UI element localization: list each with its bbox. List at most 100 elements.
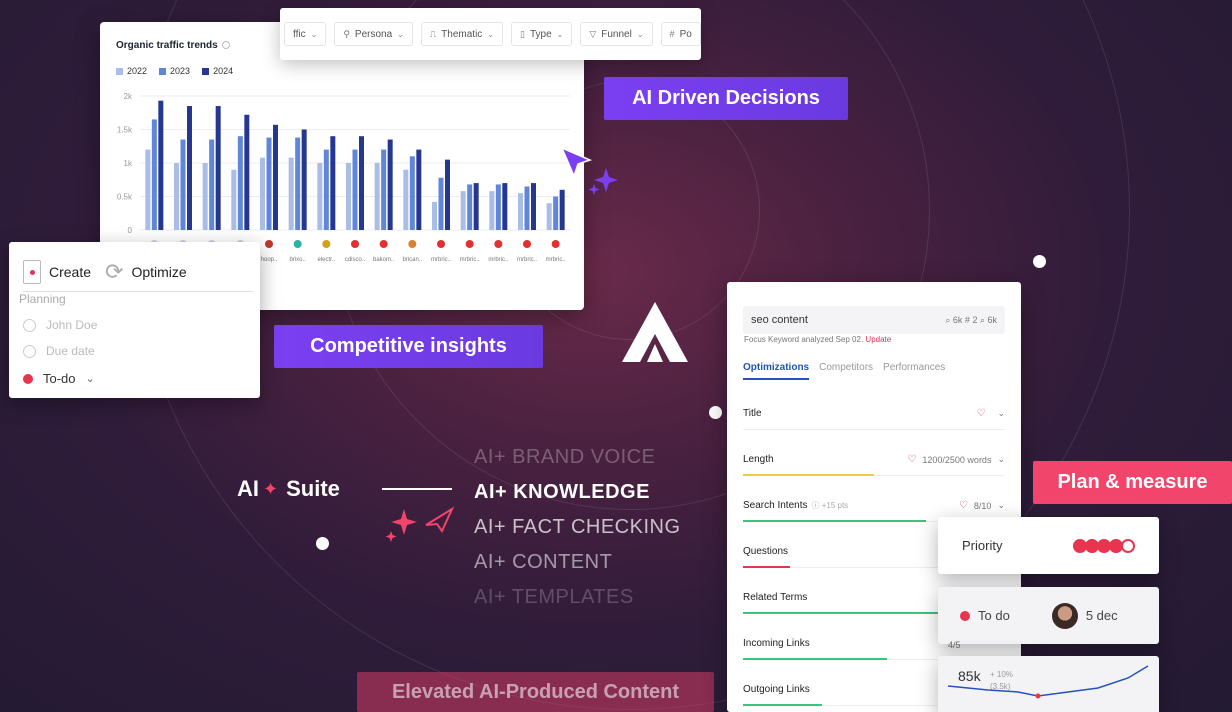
- bar-2023: [553, 196, 559, 230]
- tab-optimize[interactable]: ⟳ Optimize: [105, 259, 187, 285]
- filter-position[interactable]: # Po: [660, 22, 701, 46]
- bar-2022: [432, 201, 437, 230]
- y-tick-label: 1.5k: [117, 126, 133, 135]
- criteria-score: ♡ ⌄: [976, 408, 1005, 419]
- priority-dot[interactable]: [1121, 538, 1135, 553]
- bar-2022: [231, 169, 237, 230]
- priority-rating[interactable]: [1073, 538, 1135, 553]
- bar-2022: [174, 163, 179, 230]
- trophy-icon: ♡: [907, 454, 917, 465]
- keyword-note: Focus Keyword analyzed Sep 02. Update: [744, 335, 892, 344]
- status-dropdown[interactable]: To-do ⌄: [23, 371, 95, 386]
- bar-2022: [460, 191, 466, 230]
- person-icon: ⚲: [343, 28, 350, 39]
- plan-tabs: Create ⟳ Optimize: [23, 252, 253, 292]
- seo-criteria-row[interactable]: Title ♡ ⌄: [743, 400, 1005, 430]
- todo-card: To do 5 dec: [938, 587, 1159, 644]
- avatar[interactable]: [1051, 602, 1078, 629]
- seo-optimization-panel: seo content ⌕ 6k # 2 ⌕ 6k Focus Keyword a…: [727, 282, 1021, 712]
- bar-2024: [531, 183, 536, 230]
- criteria-progress-bar: [743, 566, 791, 568]
- bar-2023: [180, 139, 186, 230]
- assignee-field[interactable]: John Doe: [23, 318, 97, 332]
- y-tick-label: 2k: [124, 92, 133, 101]
- bar-2024: [330, 136, 336, 230]
- tab-optimizations[interactable]: Optimizations: [743, 362, 810, 380]
- x-tick-label: cdisco..: [345, 257, 366, 263]
- site-favicon-icon: [293, 240, 302, 248]
- suite-item-templates[interactable]: AI+ TEMPLATES: [474, 585, 681, 620]
- filter-thematic[interactable]: ⎍ Thematic ⌄: [420, 22, 503, 46]
- suite-item-content[interactable]: AI+ CONTENT: [474, 550, 681, 585]
- criteria-label: Incoming Links: [743, 638, 810, 649]
- bar-2022: [518, 193, 523, 230]
- tab-performances[interactable]: Performances: [883, 362, 945, 380]
- keyword-stats: ⌕ 6k # 2 ⌕ 6k: [945, 314, 997, 325]
- keyword-input[interactable]: seo content ⌕ 6k # 2 ⌕ 6k: [743, 306, 1005, 334]
- bar-2024: [359, 136, 364, 230]
- priority-label: Priority: [962, 538, 1003, 553]
- suite-item-knowledge[interactable]: AI+ KNOWLEDGE: [474, 480, 681, 515]
- trophy-icon: ♡: [976, 408, 986, 419]
- filter-funnel[interactable]: ▽ Funnel ⌄: [580, 22, 653, 46]
- brand-logo-icon: [622, 302, 688, 362]
- todo-date[interactable]: 5 dec: [1086, 608, 1118, 623]
- update-link[interactable]: Update: [865, 335, 891, 344]
- legend-item[interactable]: 2023: [159, 66, 190, 76]
- bg-dot: [316, 537, 329, 550]
- todo-status[interactable]: To do: [978, 608, 1010, 623]
- bar-2023: [266, 137, 272, 230]
- criteria-points: ⓘ +15 pts: [811, 501, 849, 510]
- ai-driven-decisions-tag: AI Driven Decisions: [604, 77, 848, 120]
- tab-create[interactable]: Create: [23, 259, 91, 284]
- info-icon[interactable]: [221, 41, 230, 49]
- y-tick-label: 1k: [124, 159, 133, 168]
- funnel-icon: ▽: [589, 28, 597, 39]
- bar-2022: [260, 157, 265, 230]
- criteria-score: ♡ 1200/2500 words ⌄: [907, 454, 1005, 465]
- filter-persona[interactable]: ⚲ Persona ⌄: [334, 22, 413, 46]
- bar-2024: [301, 129, 307, 230]
- criteria-score: ♡ 8/10 ⌄: [958, 500, 1005, 511]
- bar-2023: [381, 149, 387, 230]
- bar-2024: [387, 139, 393, 230]
- bar-2023: [209, 139, 215, 230]
- doc-icon: ▯: [520, 28, 525, 39]
- seo-criteria-row[interactable]: Length ♡ 1200/2500 words ⌄: [743, 446, 1005, 476]
- filter-traffic[interactable]: ffic ⌄: [284, 22, 327, 46]
- bar-2023: [438, 177, 444, 230]
- suite-item-brand-voice[interactable]: AI+ BRAND VOICE: [474, 445, 681, 480]
- ai-suite-list: AI+ BRAND VOICE AI+ KNOWLEDGE AI+ FACT C…: [474, 445, 681, 620]
- y-tick-label: 0: [128, 226, 133, 235]
- bar-2022: [403, 169, 409, 230]
- suite-item-fact-checking[interactable]: AI+ FACT CHECKING: [474, 515, 681, 550]
- bar-2024: [416, 149, 422, 230]
- seo-tabs: Optimizations Competitors Performances: [743, 362, 945, 380]
- filter-type[interactable]: ▯ Type ⌄: [511, 22, 573, 46]
- due-date-field[interactable]: Due date: [23, 344, 95, 358]
- legend-item[interactable]: 2024: [202, 66, 233, 76]
- site-favicon-icon: [322, 240, 331, 248]
- trend-point: [1035, 693, 1041, 699]
- chevron-down-icon: ⌄: [636, 29, 644, 39]
- tab-competitors[interactable]: Competitors: [819, 362, 873, 380]
- bar-2024: [215, 106, 221, 230]
- elevated-content-tag: Elevated AI-Produced Content: [357, 672, 714, 712]
- trophy-icon: ♡: [958, 500, 968, 511]
- site-favicon-icon: [379, 240, 388, 248]
- y-tick-label: 0.5k: [117, 193, 133, 202]
- criteria-label: Title: [743, 408, 762, 419]
- x-tick-label: brixo..: [289, 257, 306, 263]
- cursor-icon: [560, 146, 618, 195]
- site-favicon-icon: [494, 240, 503, 248]
- bar-2022: [202, 163, 208, 230]
- criteria-label: Length: [743, 454, 774, 465]
- chevron-down-icon: ⌄: [487, 29, 494, 39]
- refresh-icon: ⟳: [105, 258, 124, 284]
- legend-item[interactable]: 2022: [116, 66, 147, 76]
- bar-2022: [288, 157, 294, 230]
- status-dot: [960, 610, 970, 621]
- site-favicon-icon: [465, 240, 474, 248]
- criteria-progress-bar: [743, 474, 874, 476]
- x-tick-label: mrbric..: [488, 257, 508, 263]
